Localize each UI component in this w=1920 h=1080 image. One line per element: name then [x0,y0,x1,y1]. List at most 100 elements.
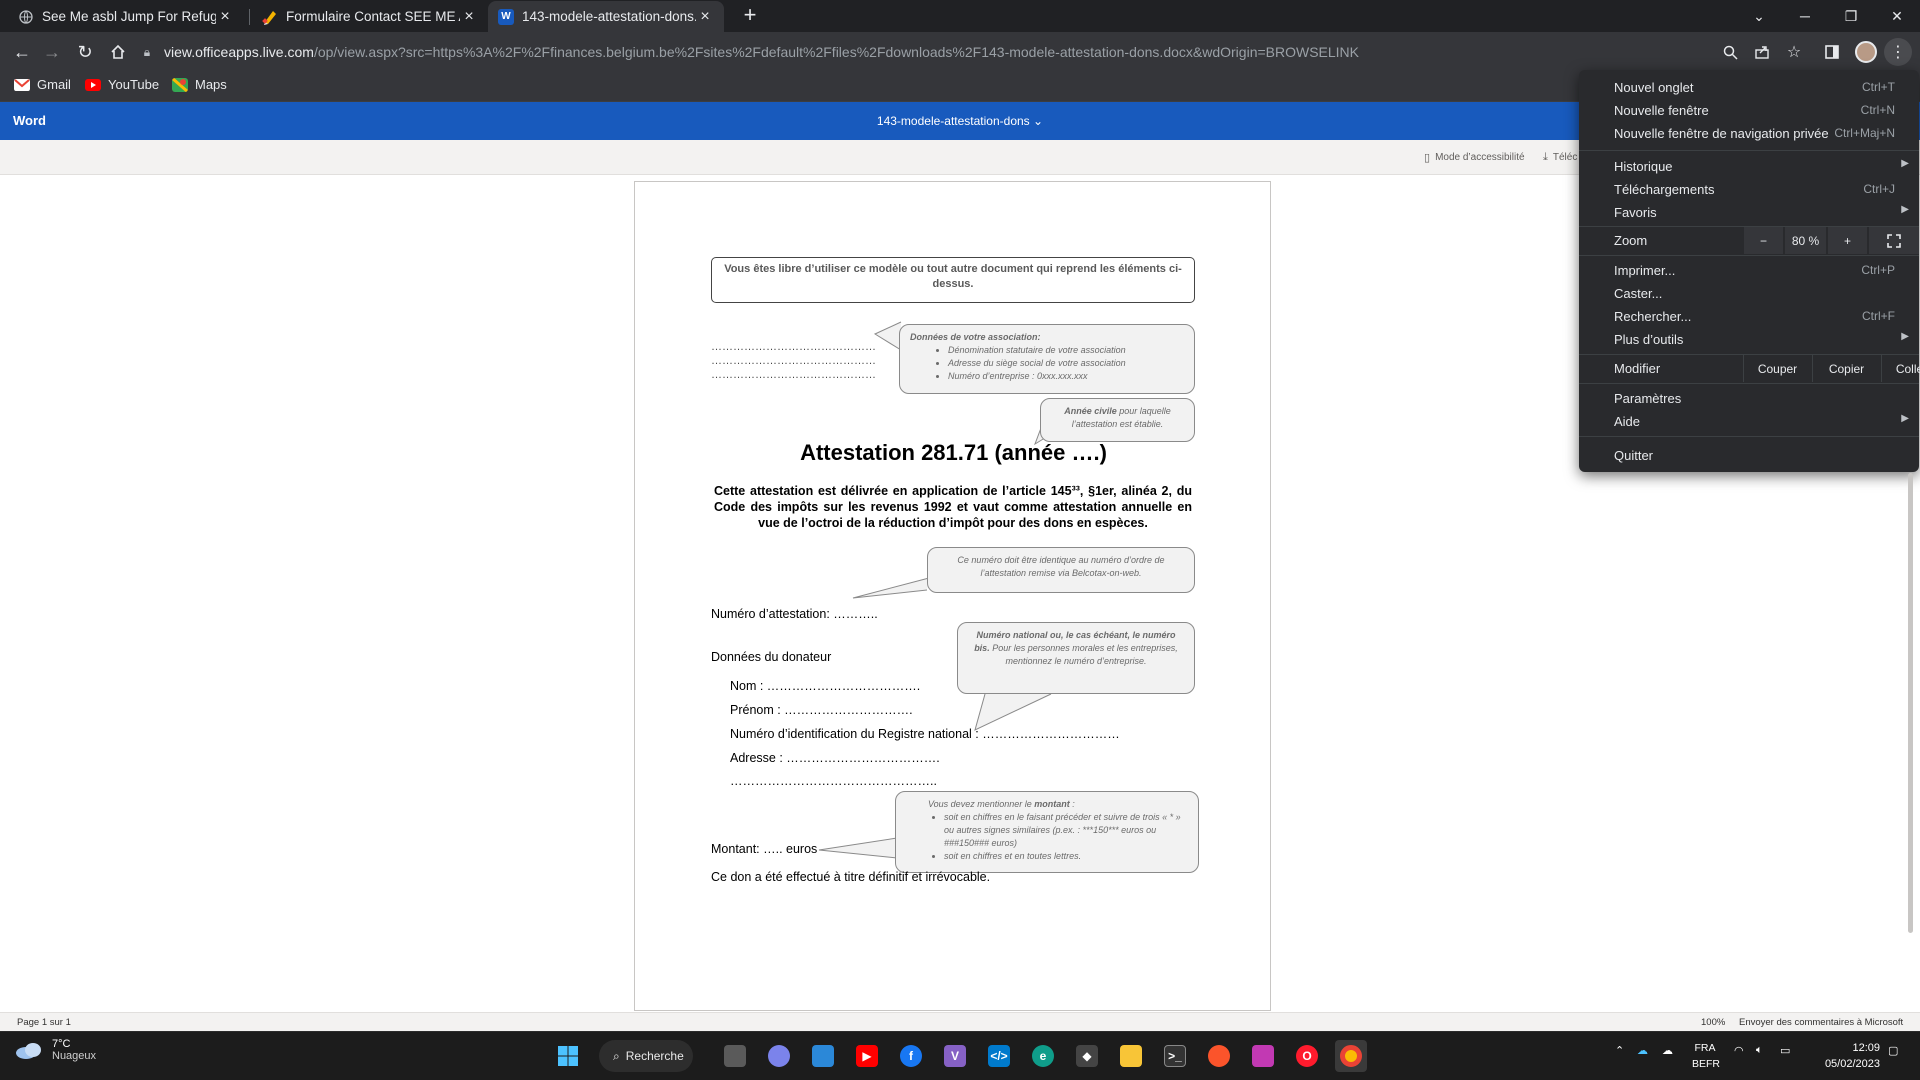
onedrive-personal-button[interactable]: ☁ [1662,1044,1673,1057]
notifications-button[interactable]: ▢ [1888,1044,1898,1057]
forward-button[interactable]: → [38,38,66,66]
system-clock[interactable]: 12:09 05/02/2023 [1810,1040,1880,1072]
donor-heading: Données du donateur [711,650,832,664]
reload-button[interactable]: ↻ [71,38,99,66]
menu-item-incognito[interactable]: Nouvelle fenêtre de navigation privée Ctr… [1579,122,1919,145]
menu-item-history[interactable]: Historique ▶ [1579,155,1919,178]
document-title: 143-modele-attestation-dons [876,114,1030,128]
keyboard-layout: BEFR [1692,1058,1721,1070]
association-line: ……………………………………… [711,369,876,381]
opera-button[interactable]: O [1291,1040,1323,1072]
menu-item-help[interactable]: Aide ▶ [1579,410,1919,433]
menu-item-quit[interactable]: Quitter [1579,444,1919,467]
zoom-in-button[interactable]: + [1827,227,1867,254]
menu-item-downloads[interactable]: Téléchargements Ctrl+J [1579,178,1919,201]
zoom-level[interactable]: 100% [1701,1017,1725,1028]
home-icon [111,44,125,59]
tab-close-button[interactable]: × [460,8,478,26]
weather-widget[interactable]: 7°C Nuageux [14,1038,96,1062]
visual-studio-button[interactable]: V [939,1040,971,1072]
vscode-button[interactable]: </> [983,1040,1015,1072]
bookmark-youtube[interactable]: YouTube [85,77,159,92]
bookmark-maps[interactable]: Maps [172,77,227,92]
app-button[interactable] [1247,1040,1279,1072]
tray-overflow-button[interactable]: ⌃ [1615,1044,1624,1057]
feedback-link[interactable]: Envoyer des commentaires à Microsoft [1739,1017,1903,1028]
menu-shortcut: Ctrl+N [1860,103,1895,117]
brave-button[interactable] [1203,1040,1235,1072]
menu-item-favorites[interactable]: Favoris ▶ [1579,201,1919,224]
task-view-button[interactable] [719,1040,751,1072]
menu-separator [1579,150,1919,151]
profile-avatar[interactable] [1852,38,1880,66]
tab-strip: See Me asbl Jump For Refugees × Formulai… [0,0,1920,32]
menu-item-print[interactable]: Imprimer... Ctrl+P [1579,259,1919,282]
minimize-button[interactable]: ─ [1782,0,1828,32]
download-button[interactable]: ⤓ Téléc [1543,151,1577,164]
menu-item-more-tools[interactable]: Plus d’outils ▶ [1579,328,1919,351]
tab-title: 143-modele-attestation-dons.do [522,9,696,24]
teams-chat-button[interactable] [763,1040,795,1072]
paste-button[interactable]: Coller [1881,355,1920,382]
copy-button[interactable]: Copier [1812,355,1880,382]
side-panel-button[interactable] [1818,38,1846,66]
callout-text: Pour les personnes morales et les entrep… [989,643,1178,666]
chevron-right-icon: ▶ [1901,158,1909,169]
accessibility-mode-button[interactable]: ▯ Mode d’accessibilité [1424,151,1525,164]
menu-item-new-tab[interactable]: Nouvel onglet Ctrl+T [1579,76,1919,99]
zoom-out-button[interactable]: − [1743,227,1783,254]
tab-title: Formulaire Contact SEE ME ASBL [286,9,460,24]
terminal-button[interactable]: >_ [1159,1040,1191,1072]
url-path: /op/view.aspx?src=https%3A%2F%2Ffinances… [313,44,1360,60]
chrome-icon [1340,1045,1362,1067]
star-icon: ☆ [1786,44,1802,61]
chrome-button[interactable] [1335,1040,1367,1072]
volume-button[interactable]: 🔈︎ [1756,1044,1763,1057]
back-button[interactable]: ← [8,38,36,66]
side-panel-icon [1825,45,1839,59]
tab-close-button[interactable]: × [696,8,714,26]
unity-button[interactable]: ◆ [1071,1040,1103,1072]
form-icon [262,9,278,25]
template-notice: Vous êtes libre d’utiliser ce modèle ou … [711,257,1195,303]
file-explorer-button[interactable] [1115,1040,1147,1072]
cut-button[interactable]: Couper [1743,355,1811,382]
chevron-down-icon: ⌄ [1033,114,1044,128]
gmail-icon [14,78,30,91]
new-tab-button[interactable]: + [738,4,762,28]
menu-item-new-window[interactable]: Nouvelle fenêtre Ctrl+N [1579,99,1919,122]
menu-item-find[interactable]: Rechercher... Ctrl+F [1579,305,1919,328]
youtube-icon: ▶ [856,1045,878,1067]
zoom-indicator-button[interactable] [1716,38,1744,66]
battery-button[interactable]: ▭ [1780,1044,1790,1057]
address-bar[interactable]: 🔒︎ view.officeapps.live.com/op/view.aspx… [138,36,1778,68]
menu-item-settings[interactable]: Paramètres [1579,387,1919,410]
document-scrollbar[interactable] [1908,473,1913,933]
facebook-button[interactable]: f [895,1040,927,1072]
restore-button[interactable]: ❐ [1828,0,1874,32]
zoom-label: Zoom [1614,233,1648,248]
home-button[interactable] [104,38,132,66]
youtube-app-button[interactable]: ▶ [851,1040,883,1072]
fullscreen-button[interactable] [1868,227,1919,254]
edge-button[interactable]: e [1027,1040,1059,1072]
tab-see-me-asbl[interactable]: See Me asbl Jump For Refugees × [8,1,244,32]
close-window-button[interactable]: ✕ [1874,0,1920,32]
network-button[interactable]: ◠ [1734,1044,1744,1057]
start-button[interactable] [552,1040,584,1072]
taskbar-search[interactable]: ⌕ Recherche [599,1040,693,1072]
tab-word-document[interactable]: W 143-modele-attestation-dons.do × [488,1,724,32]
share-button[interactable] [1748,38,1776,66]
onedrive-button[interactable]: ☁ [1637,1044,1648,1057]
document-page[interactable]: Vous êtes libre d’utiliser ce modèle ou … [634,181,1271,1011]
tab-close-button[interactable]: × [216,8,234,26]
tab-search-button[interactable]: ⌄ [1736,0,1782,32]
menu-item-cast[interactable]: Caster... [1579,282,1919,305]
bookmark-star-button[interactable]: ☆ [1780,38,1808,66]
language-indicator[interactable]: FRA BEFR [1692,1040,1721,1072]
bookmark-gmail[interactable]: Gmail [14,77,71,92]
tab-formulaire-contact[interactable]: Formulaire Contact SEE ME ASBL × [252,1,488,32]
task-view-icon [724,1045,746,1067]
chrome-menu-button[interactable]: ⋮ [1884,38,1912,66]
store-button[interactable] [807,1040,839,1072]
